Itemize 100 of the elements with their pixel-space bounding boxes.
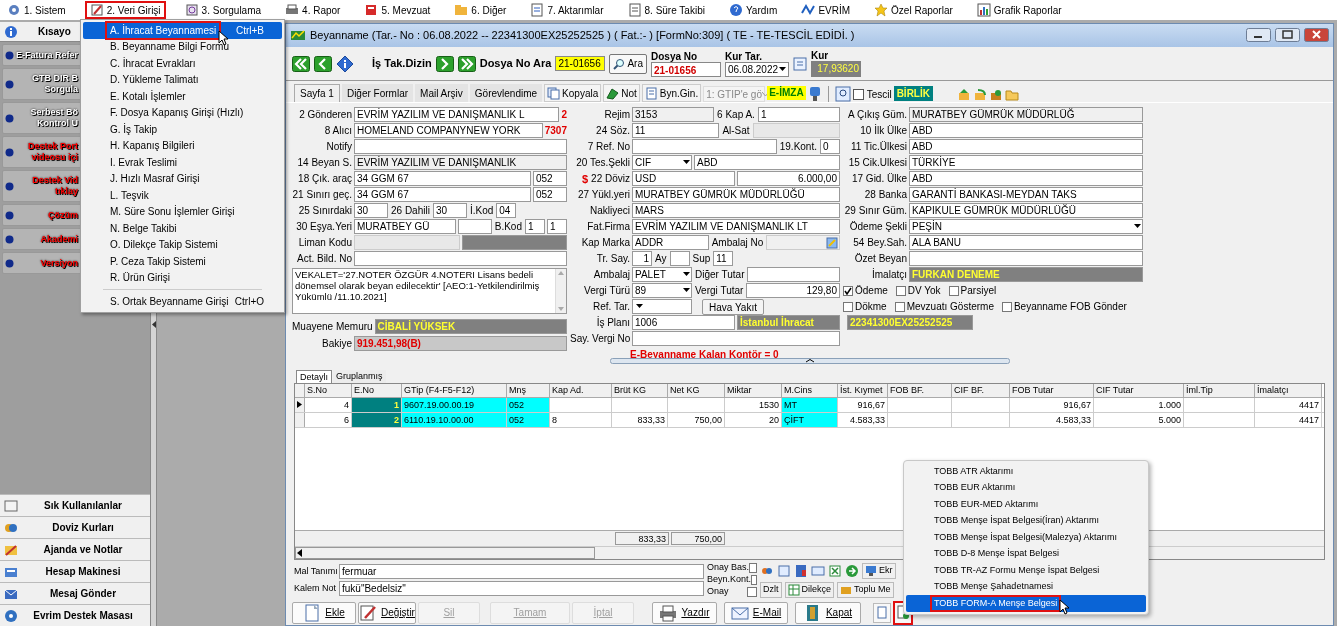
dzlt-button[interactable]: Dzlt [760,581,782,598]
dropdown-field[interactable] [632,299,692,315]
menu-item[interactable]: Yardım [723,1,783,19]
menu-item[interactable]: TOBB FORM-A Menşe Belgesi [906,595,1146,612]
search-field[interactable]: 21-01656 [555,56,606,72]
action-button[interactable]: E-Mail [724,601,788,624]
text-field[interactable]: EVRİM YAZILIM VE DANIŞMANLIK L [354,107,560,123]
text-field[interactable] [766,235,840,251]
text-field[interactable] [747,267,840,283]
folder-export-icon[interactable] [973,88,987,103]
action-button[interactable]: Kapat [795,601,861,624]
column-header[interactable]: CIF Tutar [1094,383,1184,397]
column-header[interactable]: E.No [352,383,402,397]
text-field[interactable]: 0 [820,139,840,155]
kur-field[interactable]: 17,93620 [811,61,861,78]
menu-item[interactable]: Grafik Raporlar [971,1,1067,19]
menu-item[interactable]: TOBB ATR Aktarımı [906,463,1146,480]
checkbox[interactable]: Beyn.Kont. [707,574,757,587]
table-tab[interactable]: Gruplanmış [333,369,386,383]
text-field[interactable]: 11 [713,251,734,267]
dropdown-arrow-icon[interactable] [779,67,786,72]
copy-button[interactable]: Kopyala [544,84,602,103]
dropdown-field[interactable]: CIF [632,155,692,171]
text-field[interactable] [909,251,1143,267]
text-field[interactable]: USD [632,171,735,187]
text-field[interactable]: MURATBEY GÜMRÜK MÜDÜRLÜĞ [909,107,1143,123]
dropdown-field[interactable]: PEŞİN [909,219,1143,235]
text-field[interactable]: ADDR [632,235,709,251]
amount-field[interactable]: 129,80 [746,283,840,299]
menu-item[interactable]: EVRİM [796,1,856,19]
action-button[interactable]: Ekle [292,601,356,624]
column-header[interactable]: CIF BF. [952,383,1010,397]
form-tab[interactable]: Mail Arşiv [415,84,468,103]
menu-item[interactable]: 8. Süre Takibi [622,1,710,19]
first-record-button[interactable] [292,55,310,72]
text-field[interactable]: fukü"Bedelsiz" [339,581,704,597]
text-field[interactable]: HOMELAND COMPANYNEW YORK [354,123,543,139]
menu-item[interactable]: A. İhracat Beyannamesi Ctrl+B [83,22,282,39]
column-header[interactable]: Brüt KG [612,383,668,397]
checkbox[interactable]: DV Yok [895,283,941,299]
spreadsheet-icon[interactable] [828,563,842,578]
text-field[interactable]: MURATBEY GÜMRÜK MÜDÜRLÜĞÜ [632,187,840,203]
hava-yakit-button[interactable]: Hava Yakıt [702,298,764,315]
column-header[interactable]: Net KG [668,383,725,397]
folder-upload-icon[interactable] [957,88,971,103]
table-tab[interactable]: Detaylı [296,369,332,383]
menu-item[interactable]: 4. Rapor [280,1,346,19]
text-field[interactable] [354,235,460,251]
table-row[interactable]: 4 1 9607.19.00.00.19 052 1530 MT 916,67 916,67 1.000 4417 [295,397,1324,413]
menu-item[interactable]: S. Ortak Beyanname Girişi Ctrl+O [83,293,282,310]
form-tab[interactable]: Sayfa 1 [294,84,340,103]
dropdown-field[interactable]: 89 [632,283,692,299]
horizontal-scrollbar[interactable] [295,547,595,559]
column-header[interactable]: M.Cins [782,383,838,397]
text-field[interactable] [354,251,567,267]
text-field[interactable]: 30 [354,203,388,219]
checkbox[interactable]: Ödeme [843,283,888,299]
info-icon[interactable] [336,54,354,73]
checkbox[interactable]: Dökme [843,299,887,315]
text-field[interactable]: fermuar [339,564,704,580]
menu-item[interactable]: TOBB EUR-MED Aktarımı [906,496,1146,513]
forward-icon[interactable] [845,563,859,578]
text-field[interactable]: ABD [909,139,1143,155]
text-field[interactable]: 1 [632,251,652,267]
menu-item[interactable]: TOBB D-8 Menşe İspat Belgesi [906,545,1146,562]
text-field[interactable]: 1 [525,219,545,235]
form-tab[interactable]: Diğer Formlar [341,84,414,103]
window-icon[interactable] [777,563,791,578]
column-header[interactable]: Kap Ad. [550,383,612,397]
dropdown-field[interactable]: PALET [632,267,692,283]
column-header[interactable]: İst. Kıymet [838,383,888,397]
text-field[interactable]: ABD [909,171,1143,187]
text-field[interactable]: ABD [694,155,840,171]
column-header[interactable]: FOB Tutar [1010,383,1094,397]
maximize-button[interactable] [1275,28,1300,43]
text-field[interactable]: 052 [533,187,567,203]
monitor-icon[interactable] [807,86,822,103]
byn-gin-button[interactable]: Byn.Gin. [641,84,702,103]
text-field[interactable]: MARS [632,203,840,219]
panel-splitter-handle[interactable] [609,357,1010,364]
text-field[interactable]: 1 [757,107,840,123]
text-field[interactable]: 34 GGM 67 [354,171,531,187]
form-tab[interactable]: Görevlendime [469,84,543,103]
checkbox[interactable]: Onay Bas. [707,562,757,575]
previous-record-button[interactable] [314,55,332,72]
kur-tarihi-field[interactable]: 06.08.2022 [725,61,789,77]
preview-icon[interactable] [834,86,851,103]
close-button[interactable] [1304,28,1329,43]
collapse-arrow-icon[interactable] [151,320,156,328]
menu-item[interactable]: TOBB Menşe İspat Belgesi(İran) Aktarımı [906,512,1146,529]
menu-item[interactable]: Özel Raporlar [869,1,958,19]
menu-item[interactable]: 5. Mevzuat [359,1,436,19]
text-field[interactable]: ABD [909,123,1143,139]
column-header[interactable]: İml.Tip [1184,383,1255,397]
bulk-button[interactable]: Toplu Me [837,581,894,598]
note-button[interactable]: Not [603,84,640,103]
checkbox[interactable]: Beyanname FOB Gönder [1001,299,1127,315]
edit-icon[interactable] [826,236,838,249]
text-field[interactable]: EVRİM YAZILIM VE DANIŞMANLIK [354,155,567,171]
dosya-no-field[interactable]: 21-01656 [651,61,721,77]
